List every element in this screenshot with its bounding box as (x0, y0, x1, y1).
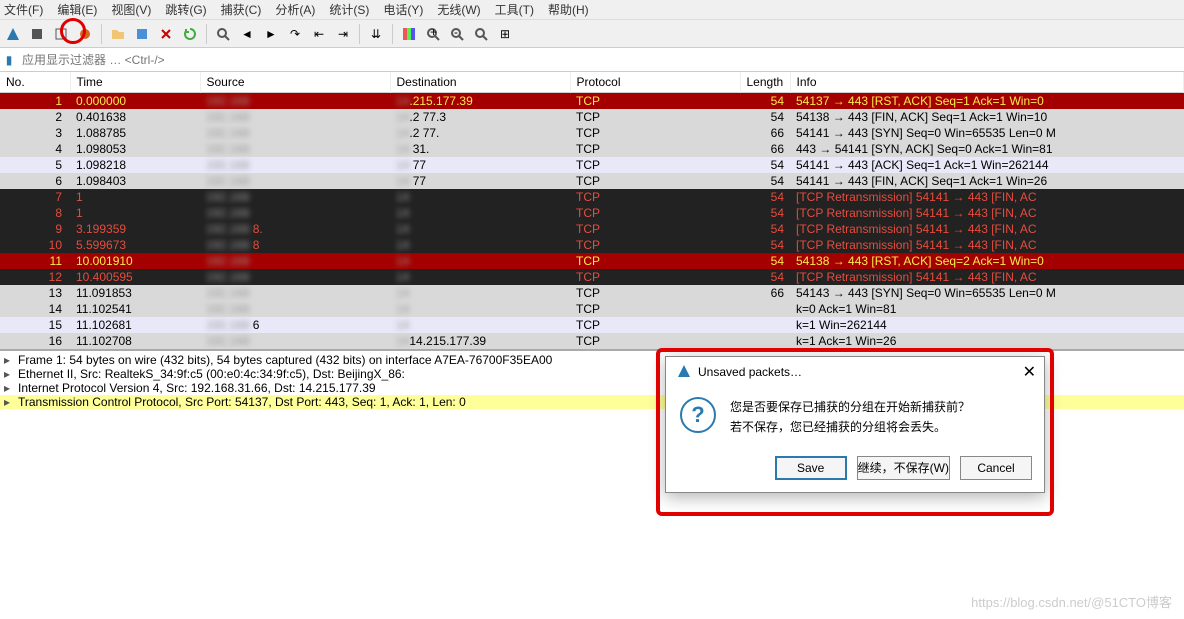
packet-row[interactable]: 1210.400595192.16814TCP54[TCP Retransmis… (0, 269, 1184, 285)
col-info[interactable]: Info (790, 72, 1184, 93)
filter-bar: ▮ (0, 48, 1184, 72)
zoom-reset-icon[interactable] (470, 23, 492, 45)
save-button[interactable]: Save (775, 456, 847, 480)
svg-text:+: + (430, 26, 437, 39)
cancel-button[interactable]: Cancel (960, 456, 1032, 480)
go-back-icon[interactable]: ◄ (236, 23, 258, 45)
filter-bookmark-icon[interactable]: ▮ (0, 53, 18, 67)
menu-view[interactable]: 视图(V) (111, 1, 151, 18)
menu-capture[interactable]: 捕获(C) (221, 1, 262, 18)
unsaved-packets-dialog: Unsaved packets… ✕ ? 您是否要保存已捕获的分组在开始新捕获前… (665, 356, 1045, 493)
reload-icon[interactable] (179, 23, 201, 45)
packet-row[interactable]: 93.199359192.168 8.14TCP54[TCP Retransmi… (0, 221, 1184, 237)
zoom-in-icon[interactable]: + (422, 23, 444, 45)
packet-row[interactable]: 20.401638192.16814.2 77.3TCP5454138 → 44… (0, 109, 1184, 125)
menu-go[interactable]: 跳转(G) (165, 1, 206, 18)
toolbar-separator (392, 24, 393, 44)
go-to-packet-icon[interactable]: ↷ (284, 23, 306, 45)
shark-fin-icon[interactable] (2, 23, 24, 45)
svg-text:-: - (454, 26, 458, 39)
dialog-titlebar: Unsaved packets… ✕ (666, 357, 1044, 387)
colorize-icon[interactable] (398, 23, 420, 45)
dialog-title-text: Unsaved packets… (698, 365, 802, 379)
col-time[interactable]: Time (70, 72, 200, 93)
packet-row[interactable]: 1110.001910192.16814TCP5454138 → 443 [RS… (0, 253, 1184, 269)
menu-analyze[interactable]: 分析(A) (275, 1, 315, 18)
packet-row[interactable]: 71192.16814TCP54[TCP Retransmission] 541… (0, 189, 1184, 205)
watermark: https://blog.csdn.net/@51CTO博客 (971, 592, 1172, 611)
find-icon[interactable] (212, 23, 234, 45)
save-file-icon[interactable] (131, 23, 153, 45)
col-protocol[interactable]: Protocol (570, 72, 740, 93)
restart-capture-icon[interactable] (50, 23, 72, 45)
menu-help[interactable]: 帮助(H) (548, 1, 589, 18)
packet-row[interactable]: 51.098218192.16814 77TCP5454141 → 443 [A… (0, 157, 1184, 173)
close-file-icon[interactable] (155, 23, 177, 45)
packet-row[interactable]: 10.000000192.16814.215.177.39TCP5454137 … (0, 93, 1184, 110)
toolbar-separator (206, 24, 207, 44)
stop-capture-icon[interactable] (26, 23, 48, 45)
menu-file[interactable]: 文件(F) (4, 1, 43, 18)
go-last-icon[interactable]: ⇥ (332, 23, 354, 45)
menu-wireless[interactable]: 无线(W) (437, 1, 480, 18)
col-destination[interactable]: Destination (390, 72, 570, 93)
open-file-icon[interactable] (107, 23, 129, 45)
packet-row[interactable]: 1511.102681192.168 614TCPk=1 Win=262144 (0, 317, 1184, 333)
auto-scroll-icon[interactable]: ⇊ (365, 23, 387, 45)
dialog-close-icon[interactable]: ✕ (1023, 362, 1036, 382)
menu-statistics[interactable]: 统计(S) (329, 1, 369, 18)
zoom-out-icon[interactable]: - (446, 23, 468, 45)
menu-bar: 文件(F) 编辑(E) 视图(V) 跳转(G) 捕获(C) 分析(A) 统计(S… (0, 0, 1184, 20)
packet-row[interactable]: 61.098403192.16814 77TCP5454141 → 443 [F… (0, 173, 1184, 189)
packet-row[interactable]: 1411.102541192.16814TCPk=0 Ack=1 Win=81 (0, 301, 1184, 317)
packet-row[interactable]: 1611.102708192.1681414.215.177.39TCPk=1 … (0, 333, 1184, 349)
resize-columns-icon[interactable]: ⊞ (494, 23, 516, 45)
packet-row[interactable]: 81192.16814TCP54[TCP Retransmission] 541… (0, 205, 1184, 221)
packet-row[interactable]: 105.599673192.168 814TCP54[TCP Retransmi… (0, 237, 1184, 253)
menu-tools[interactable]: 工具(T) (495, 1, 534, 18)
toolbar: ◄ ► ↷ ⇤ ⇥ ⇊ + - ⊞ (0, 20, 1184, 48)
packet-row[interactable]: 1311.091853192.16814TCP6654143 → 443 [SY… (0, 285, 1184, 301)
display-filter-input[interactable] (18, 51, 1184, 69)
question-icon: ? (680, 397, 716, 433)
packet-list[interactable]: No. Time Source Destination Protocol Len… (0, 72, 1184, 349)
go-forward-icon[interactable]: ► (260, 23, 282, 45)
toolbar-separator (101, 24, 102, 44)
col-source[interactable]: Source (200, 72, 390, 93)
wireshark-fin-icon (676, 363, 692, 382)
packet-row[interactable]: 31.088785192.16814.2 77.TCP6654141 → 443… (0, 125, 1184, 141)
capture-options-icon[interactable] (74, 23, 96, 45)
col-length[interactable]: Length (740, 72, 790, 93)
packet-row[interactable]: 41.098053192.16814 31.TCP66443 → 54141 [… (0, 141, 1184, 157)
menu-telephony[interactable]: 电话(Y) (383, 1, 423, 18)
dialog-message: 您是否要保存已捕获的分组在开始新捕获前？ 若不保存，您已经捕获的分组将会丢失。 (730, 397, 970, 438)
col-no[interactable]: No. (0, 72, 70, 93)
toolbar-separator (359, 24, 360, 44)
menu-edit[interactable]: 编辑(E) (57, 1, 97, 18)
go-first-icon[interactable]: ⇤ (308, 23, 330, 45)
continue-without-saving-button[interactable]: 继续，不保存(W) (857, 456, 950, 480)
